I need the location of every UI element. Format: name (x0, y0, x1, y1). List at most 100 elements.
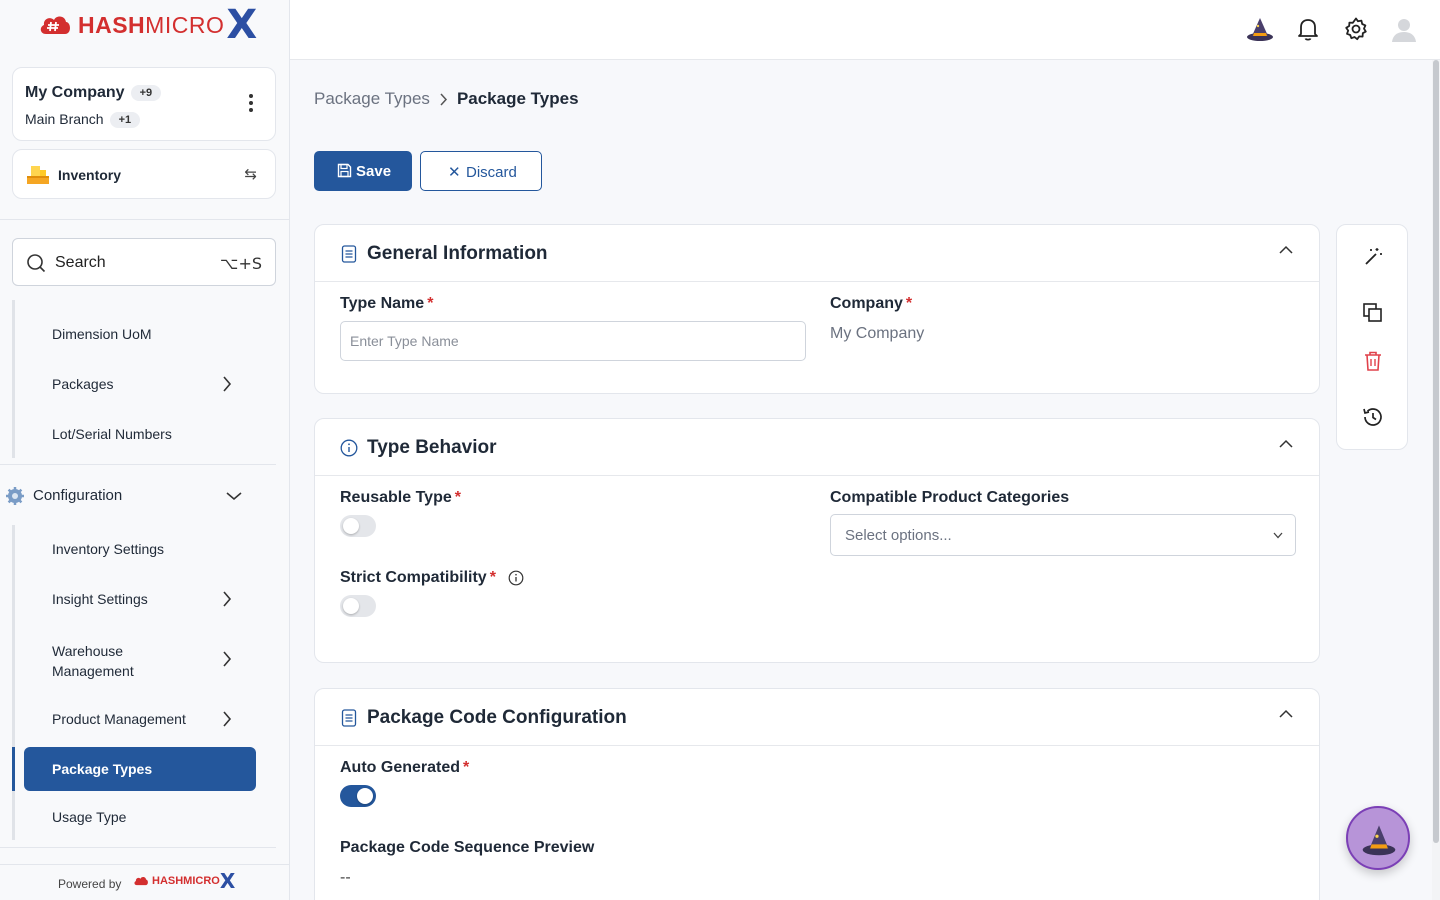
assistant-fab[interactable] (1346, 806, 1410, 870)
section-header[interactable]: General Information (315, 225, 1319, 282)
hashmicro-cloud-icon (40, 16, 70, 34)
chevron-right-icon[interactable] (222, 376, 232, 392)
type-name-input[interactable] (340, 321, 806, 361)
select-placeholder: Select options... (845, 527, 952, 544)
nav-divider (0, 464, 276, 465)
chevron-up-icon[interactable] (1279, 439, 1293, 449)
save-icon (337, 163, 352, 178)
sidebar-item-warehouse-management[interactable]: Warehouse Management (52, 641, 182, 681)
gear-icon (6, 487, 24, 505)
powered-by-footer: Powered by HASHMICRO X (0, 864, 290, 900)
chevron-right-icon[interactable] (222, 591, 232, 607)
inventory-module-icon (27, 166, 49, 184)
main-scrollbar[interactable] (1432, 60, 1440, 900)
hashmicro-logo[interactable]: HASHMICRO X (38, 2, 258, 48)
bell-icon[interactable] (1294, 15, 1322, 43)
wizard-hat-icon[interactable] (1246, 15, 1274, 43)
package-code-configuration-section: Package Code Configuration Auto Generate… (314, 688, 1320, 900)
breadcrumb-parent[interactable]: Package Types (314, 89, 430, 109)
sidebar-item-inventory-settings[interactable]: Inventory Settings (52, 541, 164, 557)
section-title: General Information (367, 243, 548, 264)
close-icon: ✕ (448, 164, 461, 181)
module-switcher[interactable]: Inventory ⇆ (12, 149, 276, 199)
chevron-up-icon[interactable] (1279, 709, 1293, 719)
chevron-right-icon[interactable] (222, 651, 232, 667)
sidebar-item-insight-settings[interactable]: Insight Settings (52, 591, 148, 607)
strict-compatibility-toggle[interactable] (340, 595, 376, 617)
sidebar-group-configuration[interactable]: Configuration (5, 484, 265, 508)
nav-divider (0, 847, 276, 848)
chevron-down-icon (1273, 532, 1283, 539)
magic-wand-icon[interactable] (1361, 245, 1385, 269)
powered-by-label: Powered by (58, 877, 122, 891)
menu-search[interactable]: Search ⌥+S (12, 238, 276, 286)
sequence-preview-label: Package Code Sequence Preview (340, 839, 595, 856)
hashmicro-cloud-icon (134, 877, 148, 886)
active-indicator (12, 747, 15, 791)
nav-tree-line (12, 525, 15, 840)
breadcrumb-chevron-icon (440, 92, 447, 106)
compatible-categories-label: Compatible Product Categories (830, 489, 1070, 506)
discard-button[interactable]: ✕ Discard (420, 151, 542, 191)
info-circle-icon (340, 439, 358, 457)
document-icon (341, 245, 357, 263)
user-avatar-icon[interactable] (1390, 15, 1418, 43)
save-button[interactable]: Save (314, 151, 412, 191)
wizard-hat-icon (1362, 825, 1396, 856)
swap-module-icon[interactable]: ⇆ (244, 165, 257, 183)
chevron-right-icon[interactable] (222, 711, 232, 727)
document-icon (341, 709, 357, 727)
company-name: My Company +9 (25, 84, 162, 102)
info-icon[interactable] (508, 570, 524, 586)
branch-count-badge: +1 (109, 112, 141, 129)
general-information-section: General Information Type Name* Company* … (314, 224, 1320, 394)
configuration-label: Configuration (33, 487, 123, 504)
sidebar-item-package-types[interactable]: Package Types (24, 747, 256, 791)
logo-text: HASHMICRO (78, 11, 225, 38)
auto-generated-toggle[interactable] (340, 785, 376, 807)
settings-gear-icon[interactable] (1342, 15, 1370, 43)
sidebar-item-packages[interactable]: Packages (52, 376, 113, 392)
strict-compatibility-label: Strict Compatibility * (340, 569, 496, 586)
search-label: Search (55, 254, 106, 271)
chevron-up-icon[interactable] (1279, 245, 1293, 255)
sidebar-item-label: Package Types (52, 761, 153, 777)
chevron-down-icon[interactable] (226, 491, 242, 501)
breadcrumb-current: Package Types (456, 89, 579, 108)
section-title: Type Behavior (367, 437, 497, 458)
duplicate-icon[interactable] (1361, 301, 1385, 325)
type-name-label: Type Name * (340, 295, 434, 312)
breadcrumb: Package Types Package Types (314, 89, 579, 109)
company-label: Company * (830, 295, 913, 312)
company-value: My Company (830, 325, 925, 342)
branch-name: Main Branch +1 (25, 111, 141, 129)
auto-generated-label: Auto Generated * (340, 759, 470, 776)
search-icon (27, 254, 46, 273)
trash-icon[interactable] (1361, 349, 1385, 373)
compatible-categories-select[interactable]: Select options... (830, 514, 1296, 556)
sidebar-item-usage-type[interactable]: Usage Type (52, 809, 126, 825)
scroll-thumb[interactable] (1433, 60, 1439, 843)
nav-tree-line (12, 300, 15, 458)
company-count-badge: +9 (130, 84, 162, 101)
sidebar-item-product-management[interactable]: Product Management (52, 711, 186, 727)
company-switcher[interactable]: My Company +9 Main Branch +1 (12, 67, 276, 141)
history-icon[interactable] (1361, 405, 1385, 429)
logo-x: X (226, 2, 258, 48)
section-header[interactable]: Type Behavior (315, 419, 1319, 476)
sidebar: HASHMICRO X My Company +9 Main Branch +1 I… (0, 0, 290, 900)
section-title: Package Code Configuration (367, 707, 627, 728)
section-header[interactable]: Package Code Configuration (315, 689, 1319, 746)
top-bar (290, 0, 1440, 60)
hashmicro-small-logo: HASHMICRO X (133, 871, 235, 891)
sidebar-item-lot-serial-numbers[interactable]: Lot/Serial Numbers (52, 426, 172, 442)
module-label: Inventory (58, 167, 122, 183)
record-tools-panel (1336, 224, 1408, 450)
search-shortcut: ⌥+S (220, 254, 262, 273)
reusable-type-toggle[interactable] (340, 515, 376, 537)
reusable-type-label: Reusable Type * (340, 489, 461, 506)
more-options-icon[interactable] (249, 94, 253, 115)
sidebar-divider (0, 219, 290, 220)
sidebar-item-dimension-uom[interactable]: Dimension UoM (52, 326, 152, 342)
sequence-preview-value: -- (340, 869, 351, 886)
